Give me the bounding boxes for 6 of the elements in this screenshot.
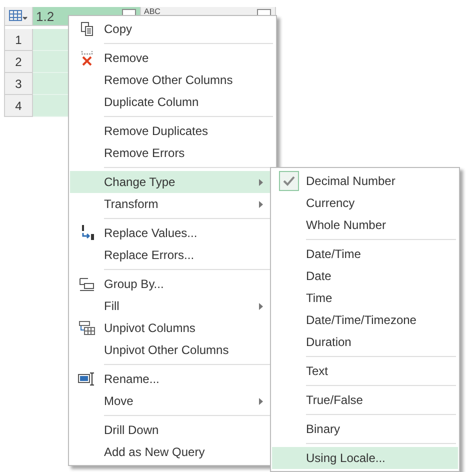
row-number: 4 [5, 95, 33, 117]
row-number: 2 [5, 51, 33, 73]
row-number: 1 [5, 29, 33, 51]
row-number: 3 [5, 73, 33, 95]
type-label: ABC [144, 7, 160, 16]
type-label: 1.2 [36, 8, 54, 24]
